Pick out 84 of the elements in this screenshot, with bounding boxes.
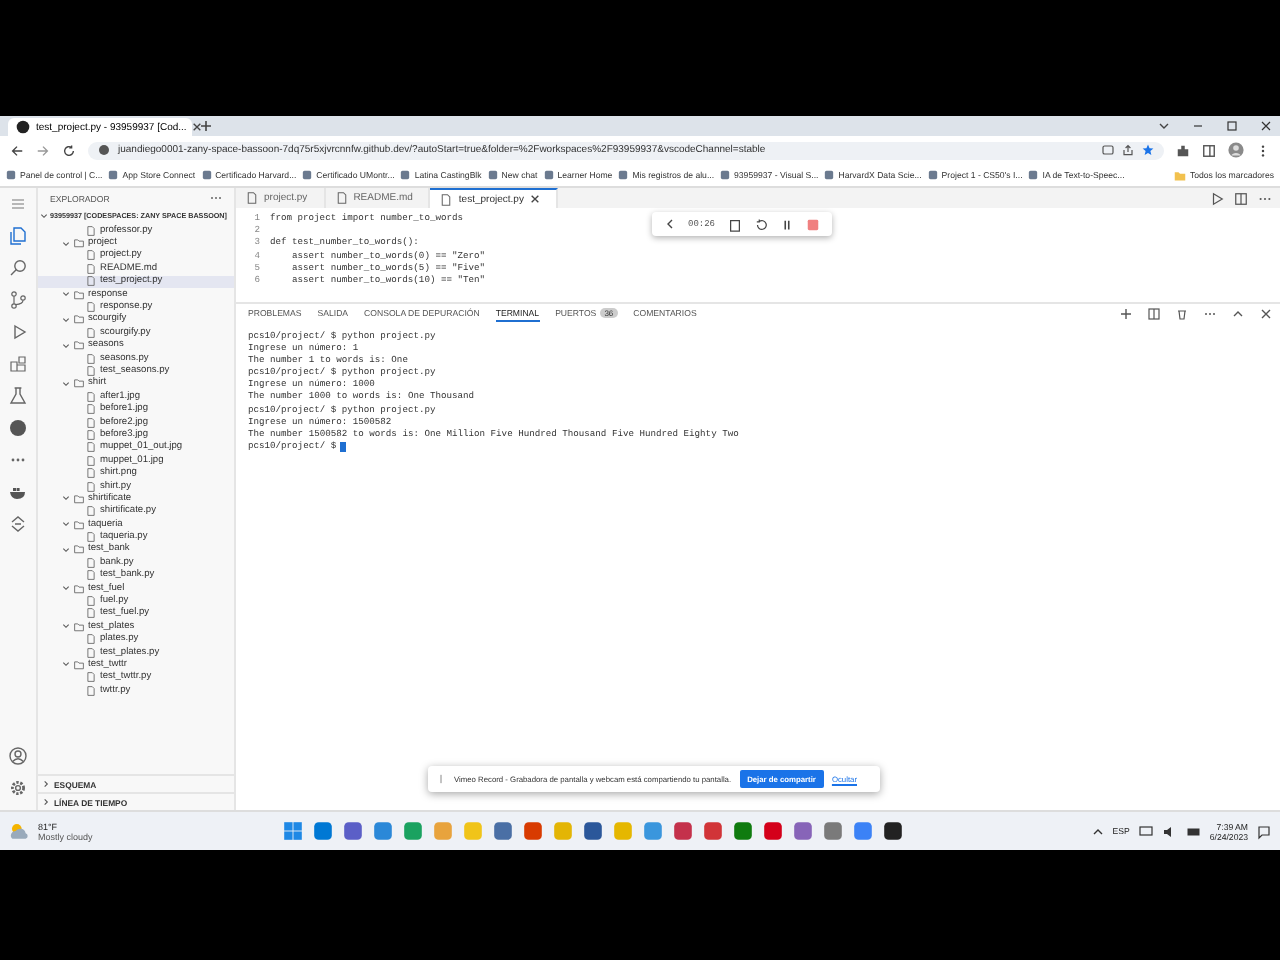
sidebar-icon[interactable] bbox=[1202, 143, 1216, 157]
close-icon[interactable] bbox=[192, 122, 203, 132]
files-icon[interactable] bbox=[8, 226, 28, 246]
site-icon bbox=[487, 170, 498, 180]
chevron-icon[interactable] bbox=[1158, 120, 1170, 132]
app-icon[interactable] bbox=[581, 820, 604, 842]
tab-icon[interactable] bbox=[1102, 144, 1114, 156]
app-icon[interactable] bbox=[881, 820, 904, 842]
battery-icon[interactable] bbox=[1185, 823, 1202, 839]
site-icon bbox=[108, 170, 119, 180]
site-icon bbox=[302, 170, 313, 180]
folder-icon bbox=[74, 378, 84, 389]
folder-icon bbox=[74, 659, 84, 670]
folder-icon bbox=[74, 493, 84, 504]
extensions-icon[interactable] bbox=[8, 354, 28, 374]
close-icon[interactable] bbox=[1260, 307, 1272, 319]
chevron-icon bbox=[40, 212, 48, 220]
star-icon[interactable] bbox=[1142, 144, 1154, 156]
site-icon bbox=[400, 170, 411, 180]
minimize-icon[interactable] bbox=[1192, 120, 1204, 132]
file-icon bbox=[246, 192, 258, 204]
extensions-icon[interactable] bbox=[1176, 143, 1190, 157]
trash-icon[interactable] bbox=[1176, 307, 1188, 319]
folder-icon bbox=[74, 314, 84, 325]
site-icon bbox=[618, 170, 629, 180]
folder-icon bbox=[74, 238, 84, 249]
site-icon bbox=[720, 170, 731, 180]
new-tab-icon[interactable] bbox=[200, 120, 212, 132]
close-icon[interactable] bbox=[1260, 120, 1272, 132]
site-info-icon[interactable] bbox=[98, 144, 110, 156]
more-icon[interactable] bbox=[1256, 143, 1270, 157]
windows-logo-icon[interactable] bbox=[281, 820, 304, 842]
pause-icon[interactable] bbox=[779, 217, 794, 231]
source-control-icon[interactable] bbox=[8, 290, 28, 310]
chevron-icon[interactable] bbox=[664, 218, 676, 230]
forward-icon[interactable] bbox=[36, 143, 50, 157]
chevron-icon[interactable] bbox=[1092, 825, 1105, 837]
chevron-icon[interactable] bbox=[1232, 307, 1244, 319]
restart-icon[interactable] bbox=[753, 217, 768, 231]
run-debug-icon[interactable] bbox=[8, 322, 28, 342]
settings-icon[interactable] bbox=[8, 778, 28, 798]
share-icon[interactable] bbox=[1122, 144, 1134, 156]
reload-icon[interactable] bbox=[62, 143, 76, 157]
remote-icon[interactable] bbox=[8, 514, 28, 534]
monitor-icon[interactable] bbox=[1137, 823, 1154, 839]
site-icon bbox=[927, 170, 938, 180]
site-icon bbox=[824, 170, 835, 180]
plus-icon[interactable] bbox=[1120, 307, 1132, 319]
run-icon[interactable] bbox=[1210, 191, 1224, 205]
stop-icon[interactable] bbox=[805, 217, 820, 231]
folder-icon bbox=[74, 544, 84, 555]
notification-icon[interactable] bbox=[1256, 823, 1272, 839]
maximize-icon[interactable] bbox=[1226, 120, 1238, 132]
split-icon[interactable] bbox=[1148, 307, 1160, 319]
file-icon bbox=[86, 506, 96, 517]
search-icon[interactable] bbox=[8, 258, 28, 278]
drag-handle-icon[interactable] bbox=[436, 774, 446, 784]
folder-icon bbox=[74, 621, 84, 632]
whale-icon[interactable] bbox=[8, 482, 28, 502]
file-icon bbox=[86, 327, 96, 338]
avatar-icon[interactable] bbox=[1228, 142, 1244, 158]
flask-icon[interactable] bbox=[8, 386, 28, 406]
clipboard-icon[interactable] bbox=[727, 217, 742, 231]
file-icon bbox=[86, 302, 96, 313]
back-icon[interactable] bbox=[10, 143, 24, 157]
text-cursor bbox=[340, 442, 347, 453]
folder-icon bbox=[74, 583, 84, 594]
account-icon[interactable] bbox=[8, 746, 28, 766]
file-icon bbox=[335, 192, 348, 204]
folder-icon bbox=[74, 289, 84, 300]
file-icon bbox=[86, 225, 96, 236]
close-icon[interactable] bbox=[529, 194, 540, 204]
chevron-icon bbox=[42, 780, 50, 788]
site-icon bbox=[201, 170, 212, 180]
folder-icon bbox=[74, 519, 84, 530]
chevron-icon bbox=[42, 798, 50, 806]
folder-icon bbox=[1173, 169, 1186, 181]
file-icon bbox=[440, 193, 453, 205]
site-icon bbox=[1028, 170, 1039, 180]
site-icon bbox=[6, 170, 16, 180]
folder-icon bbox=[74, 340, 84, 351]
split-editor-icon[interactable] bbox=[1234, 191, 1248, 205]
site-icon bbox=[543, 170, 554, 180]
file-icon bbox=[86, 532, 96, 543]
